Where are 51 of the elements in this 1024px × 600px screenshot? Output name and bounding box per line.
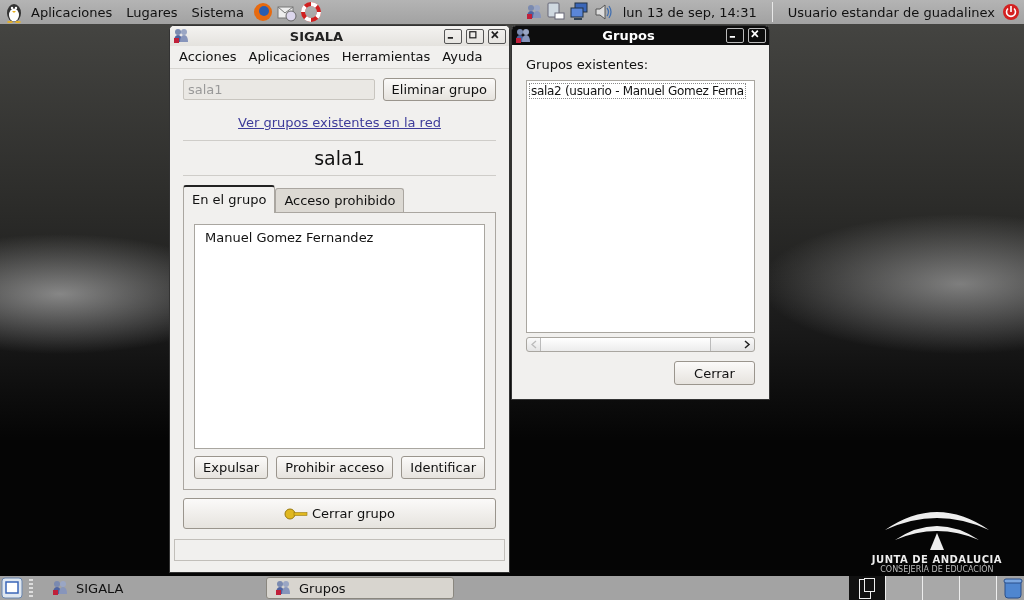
network-groups-link[interactable]: Ver grupos existentes en la red xyxy=(238,115,441,130)
tab[interactable]: En el grupo xyxy=(183,185,276,213)
close-button[interactable] xyxy=(748,28,766,43)
action-button[interactable]: Identificar xyxy=(401,456,485,479)
app-icon xyxy=(173,28,189,44)
minimize-button[interactable] xyxy=(726,28,744,43)
trash-icon[interactable] xyxy=(1003,577,1023,599)
groups-label: Grupos existentes: xyxy=(526,57,650,72)
maximize-button[interactable] xyxy=(466,28,484,44)
monitors-icon[interactable] xyxy=(569,2,590,22)
taskbar-button[interactable]: Grupos xyxy=(266,577,454,599)
speaker-icon[interactable] xyxy=(593,2,614,22)
panel-menu[interactable]: Sistema xyxy=(184,4,251,20)
minimize-button[interactable] xyxy=(444,28,462,44)
close-group-button[interactable]: Cerrar grupo xyxy=(183,498,496,529)
close-button[interactable]: Cerrar xyxy=(674,361,755,385)
menu-item[interactable]: Aplicaciones xyxy=(248,49,330,64)
app-icon xyxy=(52,580,68,596)
app-icon xyxy=(275,580,291,596)
key-icon xyxy=(284,507,308,520)
window-outline-icon xyxy=(859,577,875,599)
user-name[interactable]: Usuario estandar de guadalinex xyxy=(780,4,1002,20)
action-button[interactable]: Expulsar xyxy=(194,456,269,479)
workspace[interactable] xyxy=(849,576,886,600)
delete-group-button[interactable]: Eliminar grupo xyxy=(382,78,496,101)
horizontal-scrollbar[interactable] xyxy=(526,337,755,352)
penguin-icon[interactable] xyxy=(4,1,24,23)
scroll-right-icon[interactable] xyxy=(742,339,752,350)
group-heading: sala1 xyxy=(313,147,366,169)
menu-item[interactable]: Ayuda xyxy=(442,49,483,64)
member-item[interactable]: Manuel Gomez Fernandez xyxy=(205,230,474,245)
clock[interactable]: lun 13 de sep, 14:31 xyxy=(615,4,764,20)
tab[interactable]: Acceso prohibido xyxy=(275,188,405,212)
panel-menu[interactable]: Lugares xyxy=(119,4,185,20)
group-item[interactable]: sala2 (usuario - Manuel Gomez Ferna xyxy=(529,83,746,99)
show-desktop-icon[interactable] xyxy=(1,577,23,599)
app-icon xyxy=(515,27,531,44)
people-icon[interactable] xyxy=(525,4,542,20)
logo-title: JUNTA DE ANDALUCIA xyxy=(871,554,1002,565)
panel-menu[interactable]: Aplicaciones xyxy=(24,4,120,20)
close-button[interactable] xyxy=(488,28,506,44)
menu-item[interactable]: Acciones xyxy=(179,49,237,64)
logo-subtitle: CONSEJERÍA DE EDUCACIÓN xyxy=(880,565,994,574)
action-button[interactable]: Prohibir acceso xyxy=(276,456,394,479)
taskbar-button[interactable]: SIGALA xyxy=(43,577,231,599)
window-title: SIGALA xyxy=(288,28,345,44)
workspace-switcher[interactable] xyxy=(849,576,997,600)
menu-item[interactable]: Herramientas xyxy=(341,49,431,64)
lifebuoy-icon[interactable] xyxy=(300,2,321,22)
window-title: Grupos xyxy=(601,28,656,43)
power-icon[interactable] xyxy=(1002,3,1020,21)
